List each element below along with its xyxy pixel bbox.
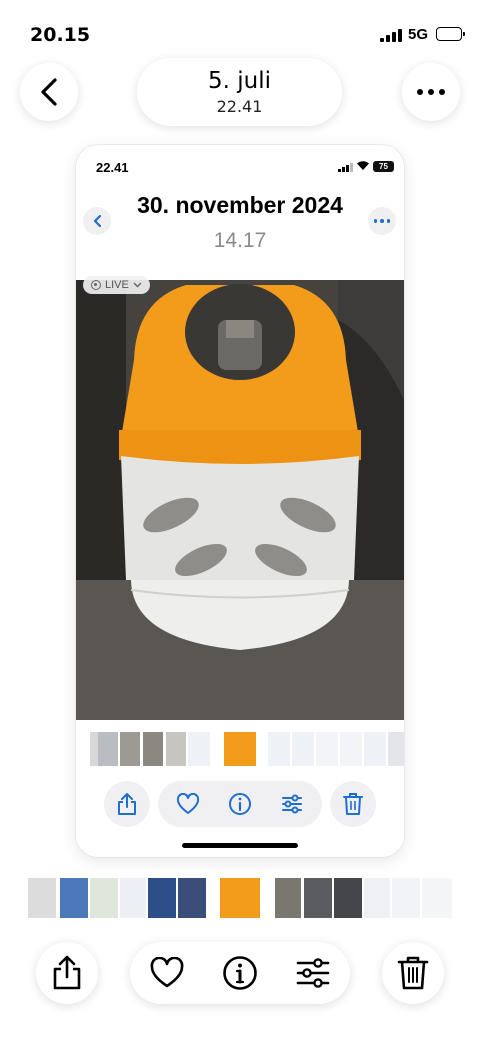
ellipsis-icon [417, 89, 445, 95]
thumbnail[interactable] [392, 878, 420, 918]
network-label: 5G [408, 26, 429, 43]
live-badge: LIVE [83, 276, 150, 294]
thumbnail-current[interactable] [220, 878, 260, 918]
trash-icon [397, 956, 429, 990]
signal-icon [380, 28, 402, 42]
share-button[interactable] [36, 942, 98, 1004]
trash-icon [343, 793, 363, 815]
inner-time: 14.17 [213, 229, 267, 252]
inner-signal-icon [338, 163, 353, 172]
more-button[interactable] [402, 63, 460, 121]
thumbnail[interactable] [304, 878, 332, 918]
sliders-icon [296, 958, 330, 988]
favorite-button[interactable] [146, 952, 188, 994]
inner-toolbar [76, 781, 404, 829]
status-time: 20.15 [30, 24, 91, 46]
thumbnail-strip[interactable] [0, 878, 480, 918]
home-indicator [182, 843, 298, 848]
chevron-down-icon [133, 282, 142, 288]
live-photo-icon [91, 280, 101, 290]
share-icon [53, 955, 81, 990]
gas-cylinder-photo [76, 280, 404, 720]
battery-icon [436, 27, 465, 41]
wifi-icon [356, 160, 370, 174]
thumbnail[interactable] [334, 878, 362, 918]
adjust-button[interactable] [292, 952, 334, 994]
delete-button[interactable] [382, 942, 444, 1004]
header-date: 5. juli [207, 68, 271, 94]
thumbnail[interactable] [178, 878, 206, 918]
live-label: LIVE [105, 279, 129, 291]
thumbnail[interactable] [364, 878, 390, 918]
thumbnail[interactable] [422, 878, 452, 918]
sliders-icon [282, 794, 302, 814]
inner-date: 30. november 2024 [137, 192, 343, 218]
inner-delete-button [330, 781, 376, 827]
inner-battery: 75 [373, 161, 394, 172]
info-button[interactable] [219, 952, 261, 994]
share-icon [118, 793, 136, 815]
info-icon [229, 793, 251, 815]
date-header: 5. juli 22.41 [137, 58, 342, 126]
ellipsis-icon [373, 219, 391, 223]
inner-status-time: 22.41 [96, 160, 129, 175]
info-icon [223, 956, 257, 990]
inner-share-button [104, 781, 150, 827]
thumbnail[interactable] [120, 878, 146, 918]
thumbnail[interactable] [90, 878, 118, 918]
header-time: 22.41 [216, 97, 263, 116]
inner-more-button [368, 207, 396, 235]
thumbnail[interactable] [60, 878, 88, 918]
back-button[interactable] [20, 63, 78, 121]
inner-actions-pill [158, 781, 322, 827]
chevron-left-icon [41, 78, 57, 106]
photo-actions-pill [130, 942, 350, 1004]
screenshot-image[interactable]: 22.41 75 30. november 2024 14.17 LIVE [76, 145, 404, 857]
heart-icon [150, 957, 184, 988]
thumbnail[interactable] [275, 878, 301, 918]
thumbnail[interactable] [148, 878, 176, 918]
thumbnail[interactable] [28, 878, 56, 918]
heart-icon [176, 793, 200, 814]
inner-thumbnail-strip [76, 732, 404, 766]
